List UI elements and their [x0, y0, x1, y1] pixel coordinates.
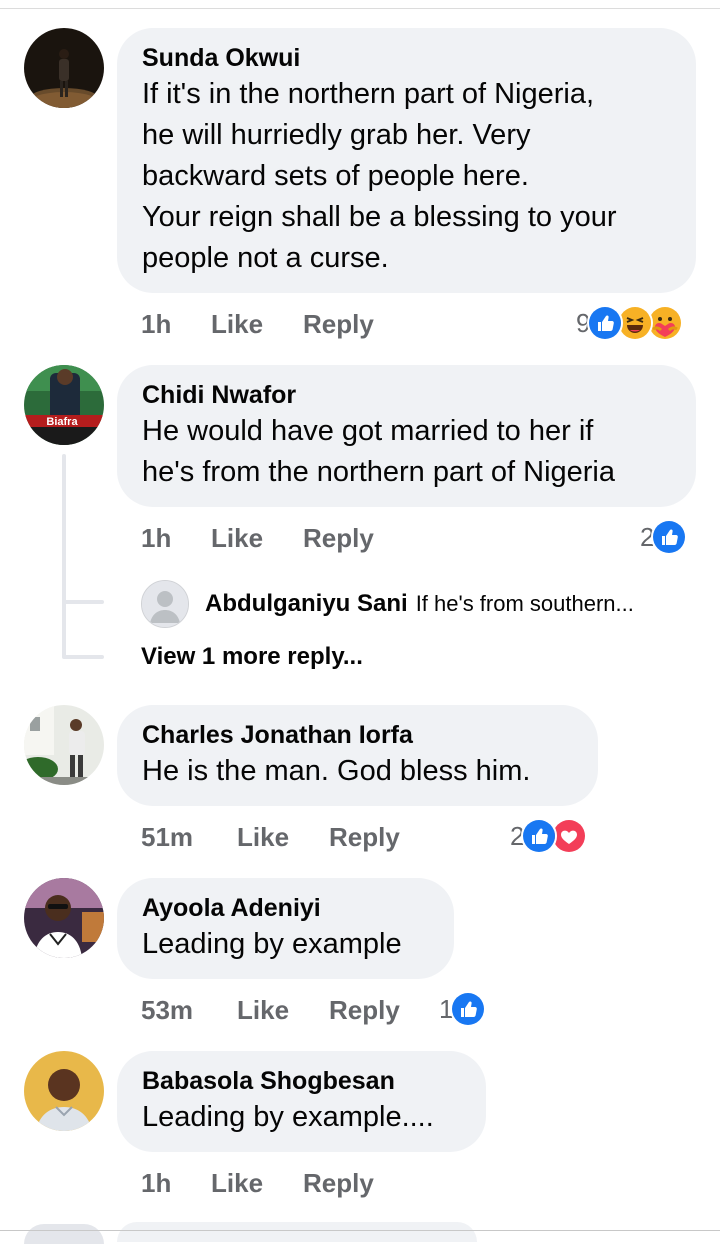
- comment-text: He is the man. God bless him.: [142, 755, 531, 787]
- comment-text: Leading by example: [142, 928, 402, 960]
- like-button[interactable]: Like: [211, 307, 263, 341]
- avatar[interactable]: [24, 878, 104, 958]
- like-icon: [587, 305, 624, 341]
- comment-author[interactable]: Chidi Nwafor: [142, 379, 670, 411]
- comment-text: He would have got married to her if he's…: [142, 415, 615, 488]
- avatar-caption: Biafra: [46, 416, 78, 428]
- reaction-summary[interactable]: 2: [510, 818, 588, 854]
- comment-actions: 1h Like Reply: [141, 1166, 441, 1200]
- thread-branch: [62, 655, 104, 659]
- comment-time[interactable]: 51m: [141, 820, 193, 854]
- comment-time[interactable]: 1h: [141, 521, 171, 555]
- reaction-summary[interactable]: 2: [640, 519, 688, 555]
- default-avatar-icon: [141, 580, 189, 628]
- avatar[interactable]: Biafra: [24, 365, 104, 445]
- top-divider: [0, 8, 720, 9]
- bottom-divider: [0, 1230, 720, 1231]
- like-icon: [651, 519, 688, 555]
- reply-button[interactable]: Reply: [329, 993, 400, 1027]
- comment-author[interactable]: Sunda Okwui: [142, 42, 670, 74]
- comment-actions: 51m Like Reply: [141, 820, 461, 854]
- reply-preview[interactable]: Abdulganiyu Sani If he's from southern..…: [141, 580, 634, 628]
- avatar[interactable]: [24, 705, 104, 785]
- avatar[interactable]: [24, 28, 104, 108]
- comment-text: Leading by example....: [142, 1101, 434, 1133]
- reply-button[interactable]: Reply: [303, 1166, 374, 1200]
- like-button[interactable]: Like: [211, 521, 263, 555]
- thread-line: [62, 454, 66, 658]
- comment-bubble: Chidi Nwafor He would have got married t…: [117, 365, 696, 507]
- comment-actions: 53m Like Reply: [141, 993, 441, 1027]
- thread-branch: [62, 600, 104, 604]
- reaction-summary[interactable]: 1: [439, 991, 487, 1027]
- comment-bubble: Babasola Shogbesan Leading by example...…: [117, 1051, 486, 1152]
- reply-button[interactable]: Reply: [329, 820, 400, 854]
- avatar: [24, 1224, 104, 1244]
- reply-snippet: If he's from southern...: [415, 591, 634, 616]
- comment-author[interactable]: Ayoola Adeniyi: [142, 892, 428, 924]
- reaction-summary[interactable]: 9: [576, 305, 684, 341]
- avatar[interactable]: [24, 1051, 104, 1131]
- comment-actions: 1h Like Reply: [141, 307, 441, 341]
- comment-time[interactable]: 1h: [141, 1166, 171, 1200]
- comment-time[interactable]: 53m: [141, 993, 193, 1027]
- comment-text: If it's in the northern part of Nigeria,…: [142, 78, 617, 274]
- comment-author[interactable]: Charles Jonathan Iorfa: [142, 719, 572, 751]
- comment-actions: 1h Like Reply: [141, 521, 441, 555]
- reply-button[interactable]: Reply: [303, 307, 374, 341]
- like-button[interactable]: Like: [237, 993, 289, 1027]
- comment-bubble: Sunda Okwui If it's in the northern part…: [117, 28, 696, 293]
- reply-author[interactable]: Abdulganiyu Sani: [205, 590, 408, 618]
- like-button[interactable]: Like: [237, 820, 289, 854]
- comment-bubble: Charles Jonathan Iorfa He is the man. Go…: [117, 705, 598, 806]
- reply-button[interactable]: Reply: [303, 521, 374, 555]
- like-icon: [450, 991, 487, 1027]
- comment-time[interactable]: 1h: [141, 307, 171, 341]
- comment-bubble: Ayoola Adeniyi Leading by example: [117, 878, 454, 979]
- view-more-replies-link[interactable]: View 1 more reply...: [141, 643, 363, 671]
- comment-author[interactable]: Babasola Shogbesan: [142, 1065, 460, 1097]
- like-button[interactable]: Like: [211, 1166, 263, 1200]
- next-comment-partial: [117, 1222, 477, 1242]
- like-icon: [521, 818, 558, 854]
